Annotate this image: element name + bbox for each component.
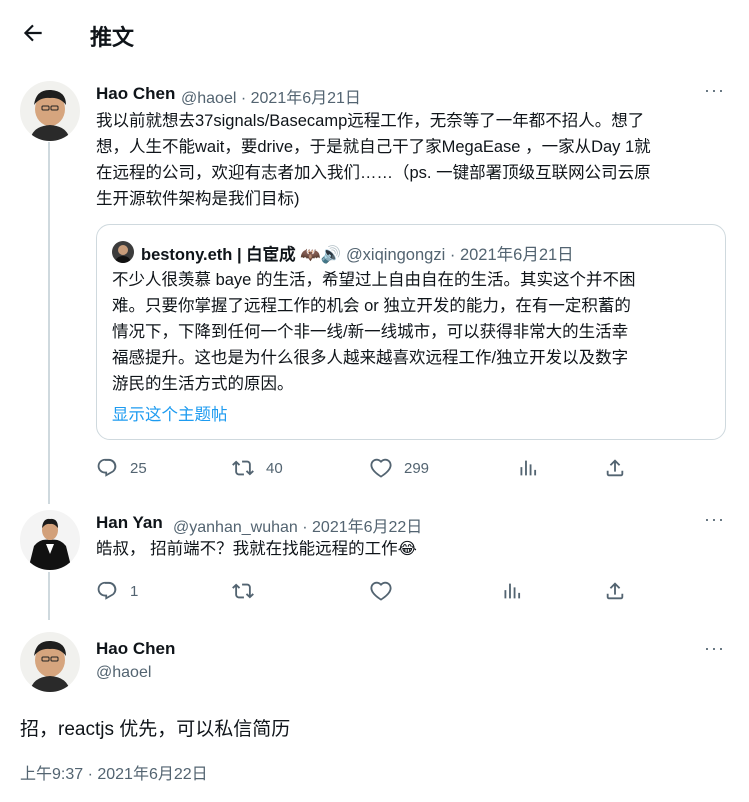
- quoted-text-line: 难。只要你掌握了远程工作的机会 or 独立开发的能力，在有一定积蓄的: [112, 297, 631, 315]
- quoted-text-line: 情况下，下降到任何一个非一线/新一线城市，可以获得非常大的生活幸: [112, 323, 629, 341]
- quoted-text: 不少人很羡慕 baye 的生活，希望过上自由自在的生活。其实这个并不困 难。只要…: [112, 267, 712, 397]
- back-button[interactable]: [20, 20, 46, 46]
- quoted-author-emoji: 🦇🔊: [300, 246, 342, 264]
- retweet-count: 40: [266, 459, 283, 477]
- more-icon: ···: [704, 80, 725, 100]
- page-title: 推文: [90, 25, 135, 50]
- author-name[interactable]: Hao Chen: [96, 639, 175, 659]
- quoted-text-line: 不少人很羡慕 baye 的生活，希望过上自由自在的生活。其实这个并不困: [112, 271, 636, 289]
- thread-line: [48, 142, 50, 504]
- share-icon: [606, 582, 624, 600]
- tweet-text-line: 在远程的公司，欢迎有志者加入我们……（ps. 一键部署顶级互联网公司云原: [96, 164, 651, 182]
- avatar[interactable]: [20, 510, 80, 570]
- quoted-date: 2021年6月21日: [459, 246, 574, 264]
- like-button[interactable]: [370, 580, 392, 602]
- quoted-text-line: 福感提升。这也是为什么很多人越来越喜欢远程工作/独立开发以及数字: [112, 349, 629, 367]
- more-button[interactable]: ···: [704, 509, 725, 530]
- tweet-date[interactable]: 2021年6月21日: [251, 90, 361, 107]
- retweet-icon: [232, 460, 254, 476]
- author-handle[interactable]: @yanhan_wuhan: [173, 519, 298, 536]
- quoted-avatar: [112, 241, 134, 263]
- quoted-text-line: 游民的生活方式的原因。: [112, 375, 294, 393]
- like-button[interactable]: 299: [370, 457, 429, 479]
- author-name[interactable]: Han Yan: [96, 513, 163, 533]
- avatar[interactable]: [20, 81, 80, 141]
- main-tweet-text: 招，reactjs 优先，可以私信简历: [20, 719, 291, 740]
- retweet-icon: [232, 583, 254, 599]
- share-icon: [606, 459, 624, 477]
- like-icon: [370, 458, 392, 478]
- analytics-button[interactable]: [517, 457, 539, 479]
- quoted-author-handle: @xiqingongzi: [345, 246, 446, 264]
- tweet-text-line: 想，人生不能wait，要drive，于是就自己干了家MegaEase ，一家从D…: [96, 138, 651, 156]
- like-icon: [370, 581, 392, 601]
- tweet-text-line: 我以前就想去37signals/Basecamp远程工作，无奈等了一年都不招人。…: [96, 112, 645, 130]
- thread-line: [48, 572, 50, 620]
- quoted-tweet[interactable]: bestony.eth | 白宦成 🦇🔊 @xiqingongzi · 2021…: [96, 224, 726, 440]
- tweet-text-line: 生开源软件架构是我们目标): [96, 190, 300, 208]
- tweet-text: 皓叔， 招前端不？我就在找能远程的工作😂: [96, 540, 417, 558]
- separator-dot: ·: [302, 519, 308, 536]
- reply-count: 25: [130, 459, 147, 477]
- back-arrow-icon: [23, 24, 42, 42]
- tweet-date[interactable]: 2021年6月22日: [312, 519, 422, 536]
- reply-icon: [97, 581, 117, 600]
- more-button[interactable]: ···: [704, 80, 725, 101]
- retweet-button[interactable]: 40: [232, 457, 283, 479]
- separator-dot: ·: [449, 246, 456, 264]
- separator-dot: ·: [240, 90, 247, 107]
- more-icon: ···: [704, 509, 725, 529]
- show-thread-link[interactable]: 显示这个主题帖: [112, 401, 228, 425]
- reply-button[interactable]: 25: [96, 457, 147, 479]
- analytics-button[interactable]: [501, 580, 523, 602]
- share-button[interactable]: [604, 457, 626, 479]
- author-handle[interactable]: @haoel: [181, 90, 236, 107]
- author-name[interactable]: Hao Chen: [96, 84, 175, 104]
- author-handle[interactable]: @haoel: [96, 664, 151, 682]
- more-button[interactable]: ···: [704, 638, 725, 659]
- reply-count: 1: [130, 582, 139, 600]
- more-icon: ···: [704, 638, 725, 658]
- retweet-button[interactable]: [232, 580, 254, 602]
- tweet-text: 我以前就想去37signals/Basecamp远程工作，无奈等了一年都不招人。…: [96, 108, 736, 212]
- analytics-icon: [520, 460, 537, 476]
- tweet-timestamp[interactable]: 上午9:37 · 2021年6月22日: [20, 760, 208, 784]
- reply-button[interactable]: 1: [96, 580, 138, 602]
- analytics-icon: [504, 583, 521, 599]
- quoted-author-name: bestony.eth | 白宦成: [141, 246, 296, 264]
- reply-icon: [97, 458, 117, 477]
- share-button[interactable]: [604, 580, 626, 602]
- like-count: 299: [404, 459, 430, 477]
- avatar[interactable]: [20, 632, 80, 692]
